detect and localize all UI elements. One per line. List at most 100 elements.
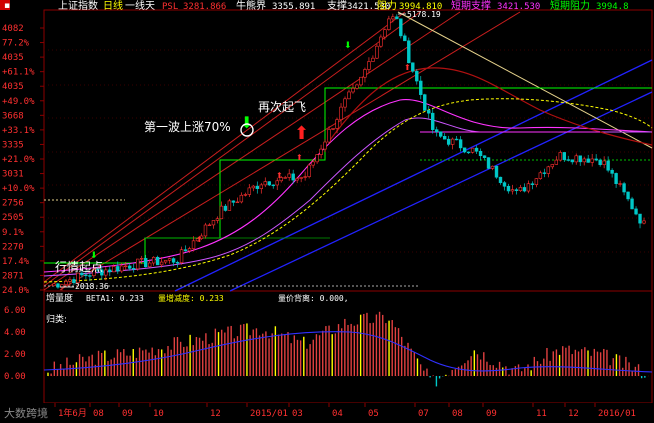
candle [151,256,156,264]
candle [462,147,467,153]
candle [247,187,252,195]
candle [124,265,128,268]
candle [411,62,415,72]
y-tick-label: 17.4% [2,257,30,267]
y-tick-label: +21.0% [2,155,35,165]
red-arrow-3: ⬆ [296,153,303,162]
candle [243,194,248,196]
kind-label[interactable]: 日线 [103,0,123,12]
candle [514,189,519,191]
market-name[interactable]: 上证指数 [58,0,98,12]
candle [311,161,315,166]
candle [391,16,395,20]
candle [486,157,491,169]
rising-channel [43,11,521,291]
y-tick-label: 2270 [2,242,24,252]
period-label[interactable]: 一线天 [125,0,155,12]
x-tick-label: 08 [452,409,463,419]
main-grid [44,49,652,253]
sub-y-tick-label: 6.00 [4,306,26,316]
candle [438,131,443,137]
candle [128,265,132,269]
candle [546,166,551,174]
candle [586,158,590,163]
green-step-line [44,87,652,264]
candle [227,200,232,211]
candle [112,266,116,273]
y-tick-label: +61.1% [2,68,35,78]
candle [339,106,343,120]
x-tick-label: 12 [568,409,579,419]
sub-title[interactable]: 增量度 [46,292,73,304]
candle [562,152,566,160]
candle [638,213,642,224]
candle [351,88,355,93]
candle [375,45,379,59]
candle [367,61,371,70]
candle [343,98,347,108]
divergence-label: 量价背离: 0.000, [278,293,349,303]
candle [419,80,423,95]
x-tick-label: 11 [536,409,547,419]
x-tick-label: 09 [122,409,133,419]
candle [104,269,108,276]
candle [143,258,148,268]
x-tick-label: 09 [486,409,497,419]
y-tick-label: 77.2% [2,39,30,49]
big-down-arrow: ⬇ [240,113,253,132]
candle [538,172,543,179]
candle [371,57,375,62]
candle [211,220,216,226]
candle [120,265,124,272]
candle [526,183,531,192]
darkred-ma [329,67,653,146]
candle [602,160,606,165]
candle [299,177,303,179]
green-arrow-2: ⬇ [344,41,352,51]
candle [315,154,319,163]
y-tick-label: 4035 [2,53,24,63]
main-panel-frame [43,9,653,292]
candle [427,110,431,114]
candle [88,275,92,277]
candle [147,262,152,268]
candle [578,155,582,163]
candle [259,184,263,189]
y-tick-label: +49.0% [2,97,35,107]
candle [52,283,56,287]
y-tick-label: 24.0% [2,286,30,296]
red-arrow-1: ⬆ [196,235,203,244]
candle [207,224,212,227]
candle [530,183,535,185]
candle [518,187,523,191]
candle [618,183,622,185]
low-label: 2018.36 [75,282,109,291]
candle [159,261,164,266]
candle [614,173,618,184]
candle [642,220,646,224]
x-tick-label: 12 [210,409,221,419]
y-tick-label: 2505 [2,213,24,223]
candle [502,182,507,187]
candle [506,185,511,192]
candle [271,184,275,187]
candle [203,224,208,237]
candle [606,160,610,171]
short-resist-value: 3994.8 [596,2,629,12]
annotation-wave1: 第一波上涨70% [144,119,231,134]
candle [498,176,503,183]
candle [287,173,291,178]
short-resist-label: 短期阻力 [550,0,590,12]
beta-label: BETA1: 0.233 [86,294,144,303]
candle [446,138,451,145]
decrease-label: 量增减度: 0.233 [158,293,224,303]
candle [223,205,228,211]
candle [574,155,578,163]
candle [291,173,295,181]
candle [423,94,427,111]
candle [235,201,240,204]
psl-value: 3281.866 [183,2,226,12]
x-tick-label: 2016/01 [598,409,636,419]
y-tick-label: 3031 [2,170,24,180]
candle [466,151,471,154]
